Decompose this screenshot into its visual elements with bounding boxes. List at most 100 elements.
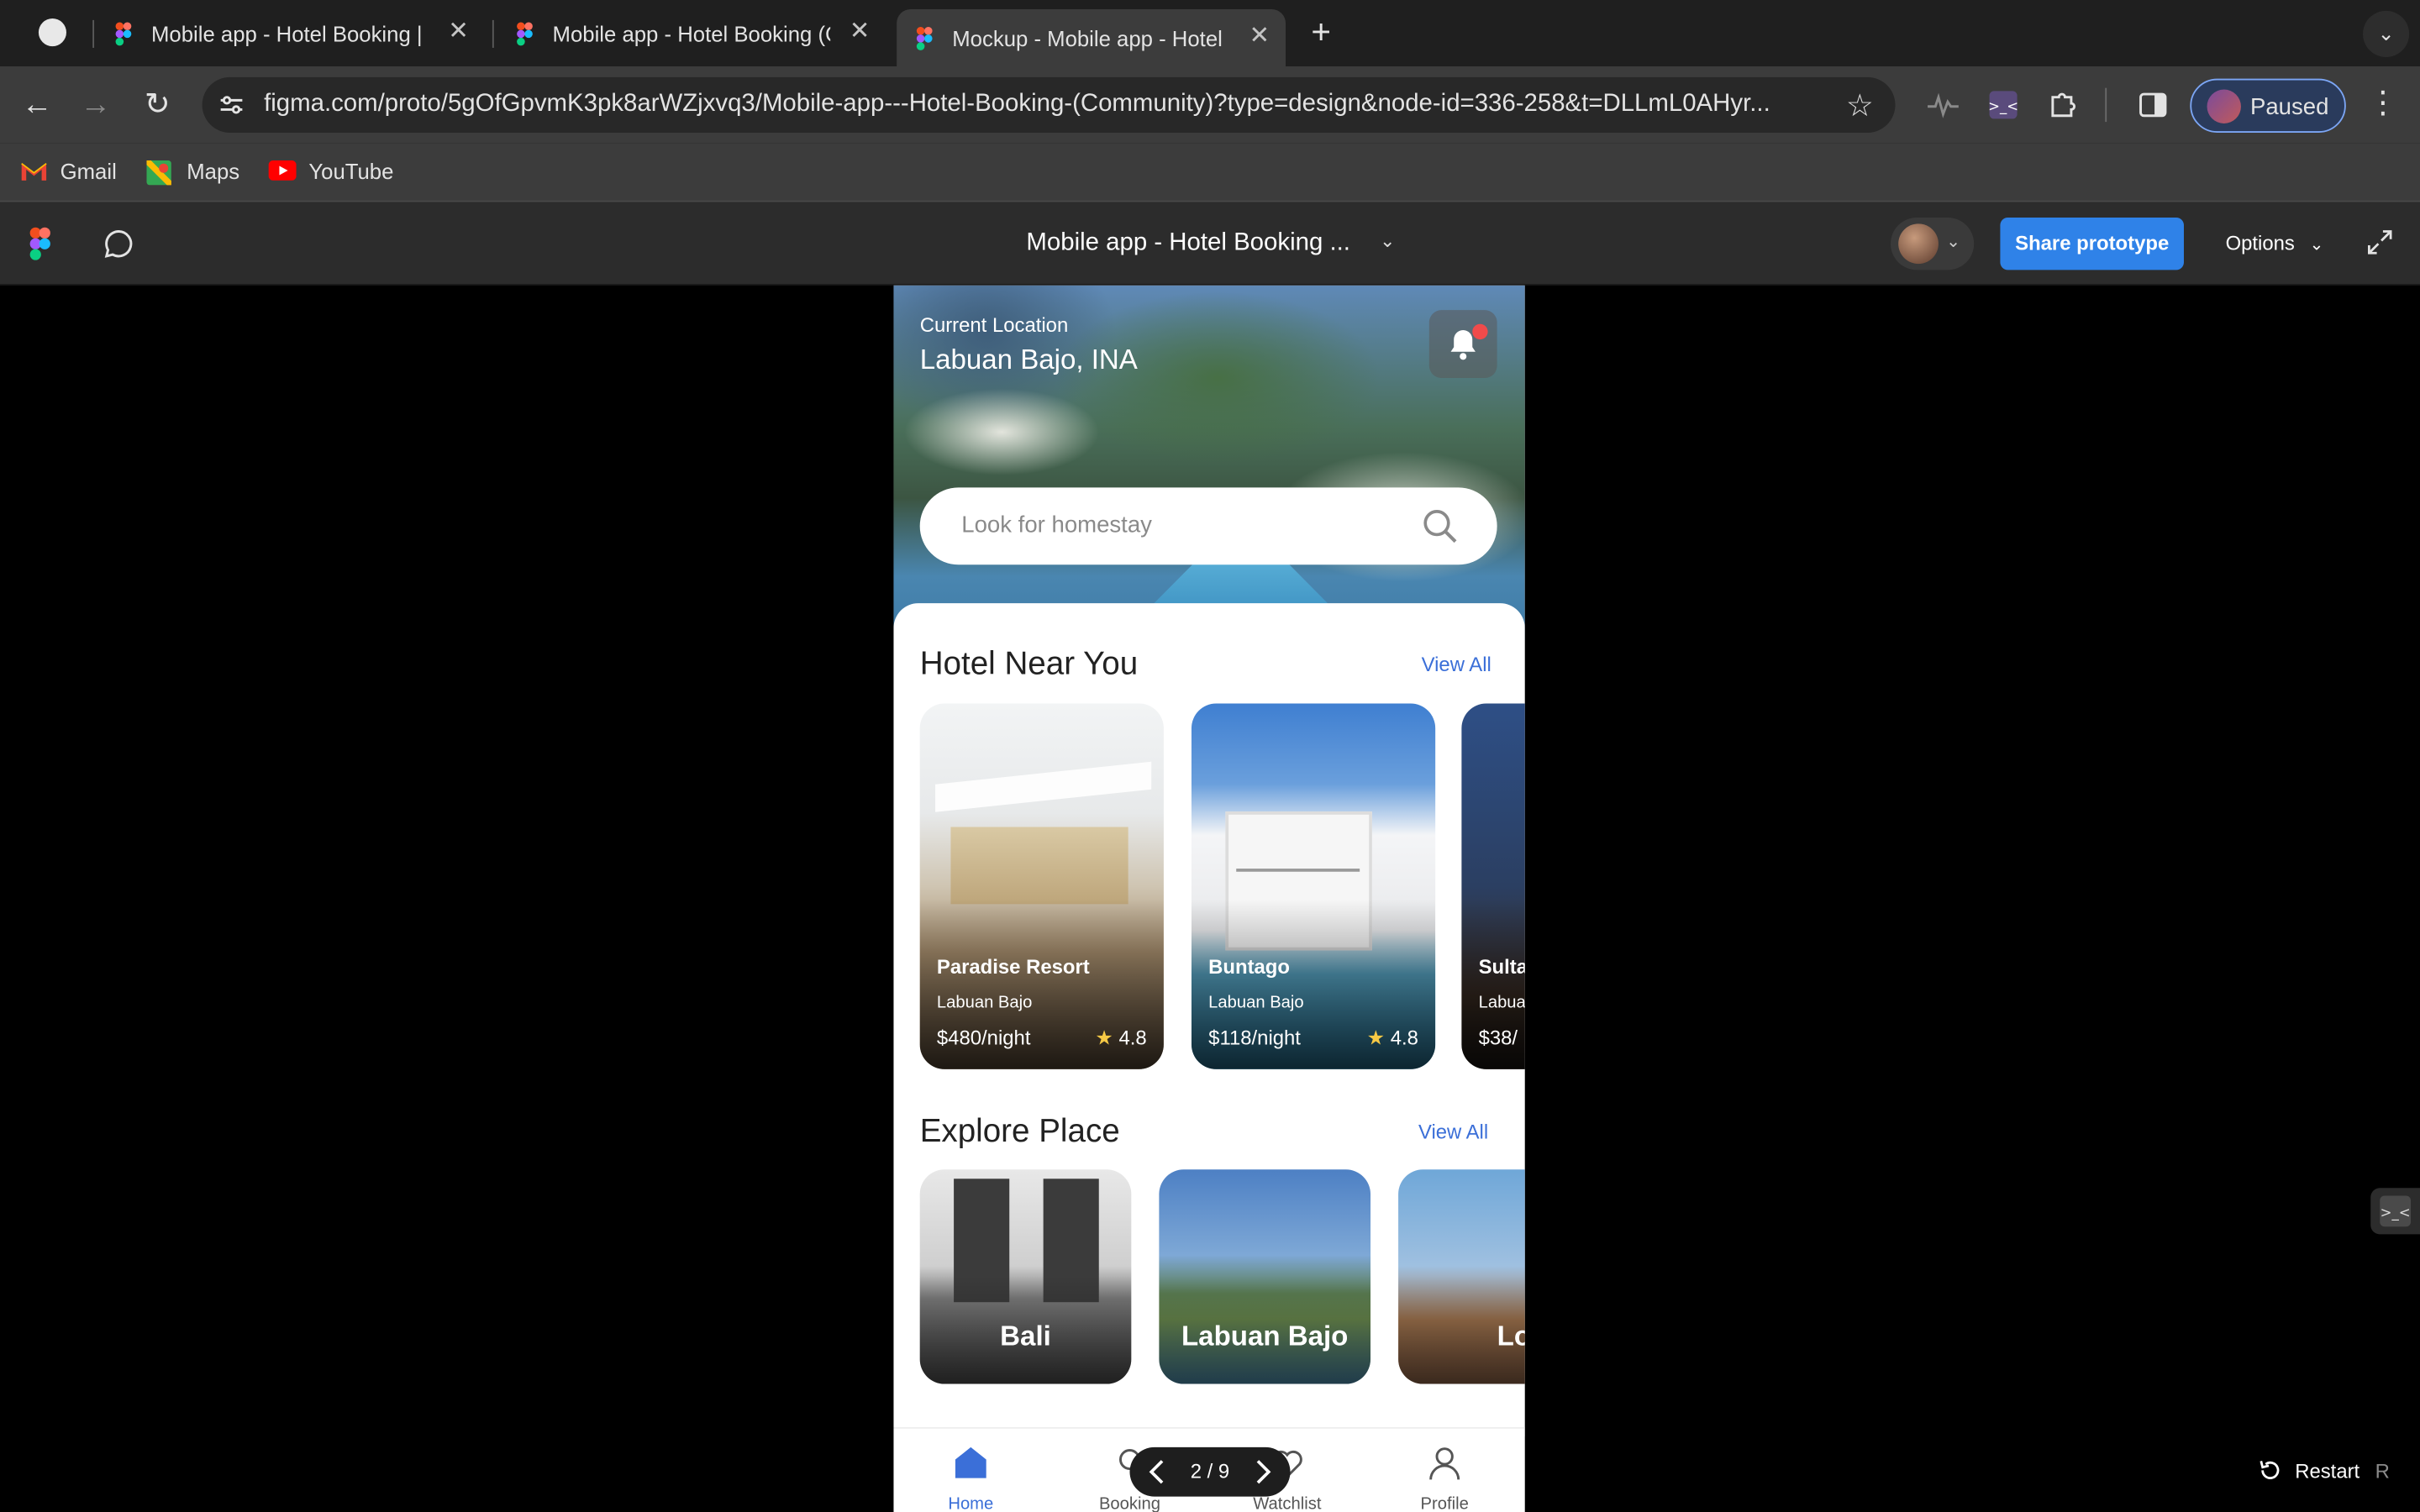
place-card[interactable]: Lomb <box>1398 1169 1525 1384</box>
chevron-down-icon: ⌄ <box>1946 233 1961 252</box>
figma-icon <box>913 25 937 50</box>
back-icon[interactable]: ← <box>17 85 57 125</box>
prototype-pager: 2 / 9 <box>1129 1446 1291 1497</box>
browser-tab-strip: Mobile app - Hotel Booking | F ✕ Mobile … <box>0 0 2420 66</box>
app-launcher-icon[interactable] <box>38 18 66 47</box>
close-icon[interactable]: ✕ <box>1245 24 1273 51</box>
content-sheet: Hotel Near You View All Paradise Resort … <box>893 603 1525 1437</box>
search-input[interactable]: Look for homestay <box>919 487 1497 565</box>
chevron-right-icon[interactable] <box>1247 1457 1278 1488</box>
tab-separator <box>492 19 494 48</box>
place-name: Lomb <box>1497 1320 1525 1352</box>
bookmark-label: Gmail <box>60 159 117 184</box>
gmail-icon <box>20 160 48 182</box>
price-unit: night <box>1257 1026 1301 1049</box>
site-settings-icon[interactable] <box>218 91 245 118</box>
star-icon: ★ <box>1366 1026 1386 1049</box>
avatar <box>1898 223 1939 265</box>
new-tab-icon[interactable]: + <box>1304 14 1338 49</box>
hotel-name: Buntago <box>1208 954 1290 979</box>
viewer-avatar-menu[interactable]: ⌄ <box>1891 217 1975 270</box>
hotel-price: $38/ <box>1478 1026 1518 1049</box>
screen: Mobile app - Hotel Booking | F ✕ Mobile … <box>0 0 2420 1512</box>
svg-text:>_<: >_< <box>2381 1205 2411 1221</box>
place-card[interactable]: Labuan Bajo <box>1159 1169 1371 1384</box>
hotel-rating: ★ 4.8 <box>1095 1026 1146 1050</box>
avatar <box>2207 89 2241 123</box>
url-text: figma.com/proto/5gOfGpvmK3pk8arWZjxvq3/M… <box>264 91 1770 118</box>
user-icon <box>1429 1447 1460 1480</box>
chevron-down-icon[interactable]: ⌄ <box>1380 230 1395 252</box>
bookmarks-bar: Gmail Maps YouTube <box>0 143 2420 202</box>
price-unit: night <box>986 1026 1031 1049</box>
file-title[interactable]: Mobile app - Hotel Booking ... <box>1026 230 1350 258</box>
forward-icon[interactable]: → <box>76 85 116 125</box>
tab-profile[interactable]: Profile <box>1398 1444 1491 1512</box>
current-location[interactable]: Labuan Bajo, INA <box>920 344 1138 377</box>
hotel-city: Labuan Bajo <box>1208 993 1304 1012</box>
side-panel-icon[interactable] <box>2136 88 2170 122</box>
extensions-puzzle-icon[interactable] <box>2047 88 2081 122</box>
card-image-detail <box>950 827 1128 905</box>
share-prototype-button[interactable]: Share prototype <box>2000 217 2184 270</box>
view-all-hotels-link[interactable]: View All <box>1422 653 1491 676</box>
browser-tab-2[interactable]: Mobile app - Hotel Booking (C ✕ <box>513 9 886 57</box>
hotel-city: Labuan Bajo <box>936 993 1033 1012</box>
restart-label: Restart <box>2295 1458 2360 1483</box>
bookmark-maps[interactable]: Maps <box>144 158 239 188</box>
hotel-card[interactable]: Paradise Resort Labuan Bajo $480/night ★… <box>919 703 1164 1069</box>
profile-label: Paused <box>2249 94 2329 121</box>
hotel-rating: ★ 4.8 <box>1367 1026 1418 1050</box>
more-menu-icon[interactable]: ⋮ <box>2368 87 2399 120</box>
address-bar[interactable]: figma.com/proto/5gOfGpvmK3pk8arWZjxvq3/M… <box>202 76 1896 133</box>
home-icon <box>955 1446 986 1478</box>
figma-logo-icon[interactable] <box>28 227 52 269</box>
shortcut-key: R <box>2375 1458 2390 1483</box>
hotel-card[interactable]: Sulta Labua $38/ <box>1461 703 1525 1069</box>
profile-button[interactable]: Paused <box>2190 78 2346 133</box>
restart-button[interactable]: Restart R <box>2258 1458 2390 1483</box>
hotel-card[interactable]: Buntago Labuan Bajo $118/night ★ 4.8 <box>1191 703 1436 1069</box>
options-menu[interactable]: Options ⌄ <box>2226 232 2324 255</box>
bookmark-gmail[interactable]: Gmail <box>20 159 117 184</box>
browser-tab-active[interactable]: Mockup - Mobile app - Hotel ✕ <box>897 9 1286 66</box>
rating-value: 4.8 <box>1390 1026 1418 1049</box>
comment-icon[interactable] <box>102 227 135 269</box>
section-title-hotels: Hotel Near You <box>919 646 1139 682</box>
tab-label: Watchlist <box>1253 1494 1322 1512</box>
options-label: Options <box>2225 231 2295 255</box>
view-all-places-link[interactable]: View All <box>1418 1120 1488 1143</box>
bookmark-label: YouTube <box>308 159 394 184</box>
search-icon[interactable] <box>1422 507 1459 544</box>
browser-tab-1[interactable]: Mobile app - Hotel Booking | F ✕ <box>111 9 484 57</box>
place-card[interactable]: Bali <box>919 1169 1132 1384</box>
place-name: Labuan Bajo <box>1181 1320 1349 1352</box>
close-icon[interactable]: ✕ <box>846 18 874 46</box>
bookmark-star-icon[interactable]: ☆ <box>1846 87 1874 125</box>
tab-home[interactable]: Home <box>924 1444 1017 1512</box>
fullscreen-icon[interactable] <box>2365 227 2396 258</box>
activity-icon[interactable] <box>1926 88 1960 122</box>
phone-frame: Current Location Labuan Bajo, INA Look f… <box>893 285 1525 1512</box>
tab-label: Profile <box>1420 1494 1469 1512</box>
tab-label: Home <box>948 1494 994 1512</box>
reload-icon[interactable]: ↻ <box>137 85 177 125</box>
bookmark-youtube[interactable]: YouTube <box>268 159 394 184</box>
tab-search-icon[interactable]: ⌄ <box>2363 10 2410 57</box>
hotel-name: Sulta <box>1478 954 1525 979</box>
toolbar-separator <box>2105 87 2107 123</box>
rating-value: 4.8 <box>1118 1026 1147 1049</box>
hotel-price: $480/night <box>937 1026 1031 1049</box>
tab-title: Mobile app - Hotel Booking (C <box>552 20 831 46</box>
browser-toolbar: ← → ↻ figma.com/proto/5gOfGpvmK3pk8arWZj… <box>0 66 2420 144</box>
notification-badge <box>1472 323 1488 340</box>
hotel-price: $118/night <box>1208 1026 1301 1049</box>
star-icon: ★ <box>1095 1026 1113 1049</box>
notification-button[interactable] <box>1428 310 1497 379</box>
close-icon[interactable]: ✕ <box>445 18 472 46</box>
svg-text:>_<: >_< <box>1988 98 2018 115</box>
extension-side-icon[interactable]: >_< <box>2370 1188 2420 1235</box>
price-value: $118/ <box>1208 1026 1258 1049</box>
tab-title: Mockup - Mobile app - Hotel <box>952 25 1223 50</box>
extension-icon[interactable]: >_< <box>1986 88 2020 122</box>
